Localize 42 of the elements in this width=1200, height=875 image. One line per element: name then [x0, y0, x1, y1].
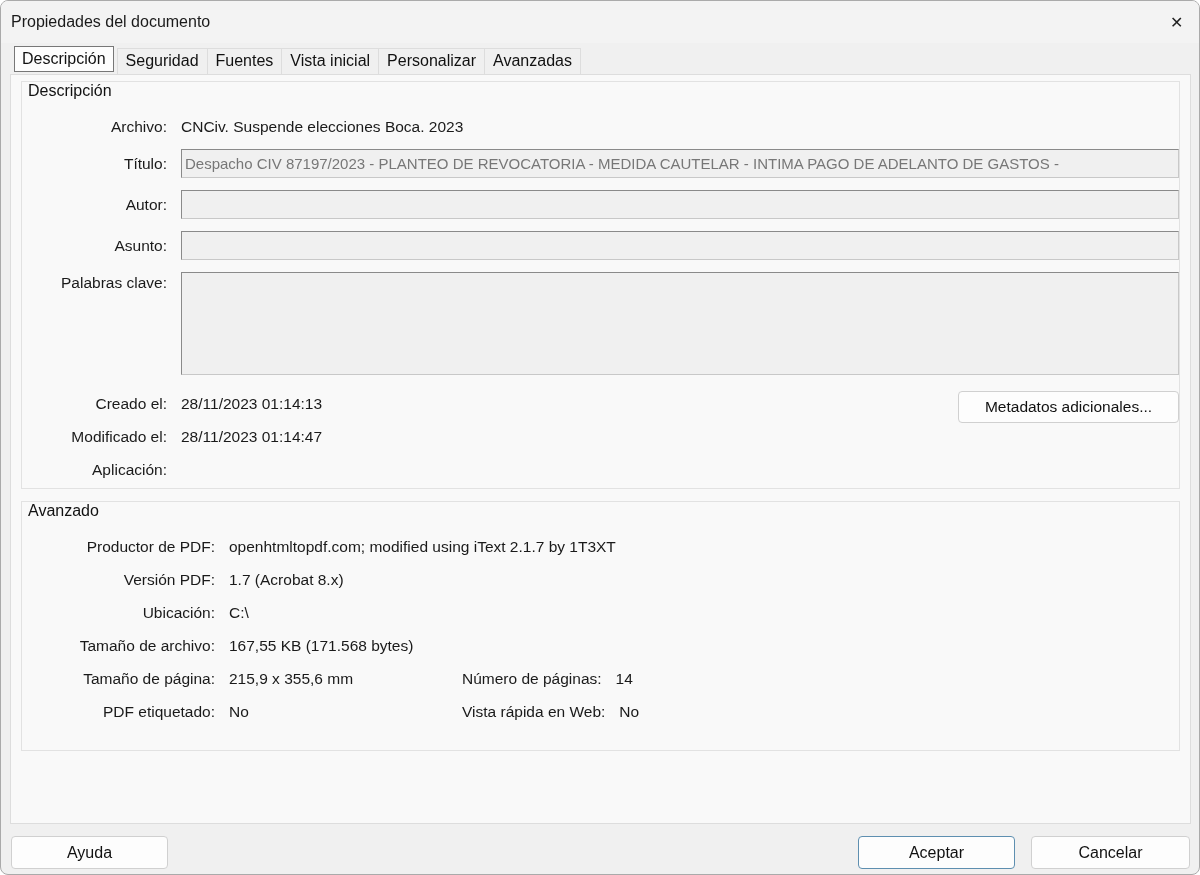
- property-value: 215,9 x 355,6 mm: [229, 669, 354, 688]
- metadata-button[interactable]: Metadatos adicionales...: [958, 391, 1179, 423]
- keywords-field[interactable]: [181, 272, 1179, 375]
- close-button[interactable]: ✕: [1153, 6, 1199, 38]
- tab[interactable]: Descripción: [14, 46, 114, 72]
- group-title: Avanzado: [28, 502, 99, 520]
- date-value: 28/11/2023 01:14:13: [181, 394, 323, 413]
- field-label: Aplicación:: [91, 460, 167, 479]
- tab[interactable]: Seguridad: [116, 48, 208, 74]
- property-label: Tamaño de archivo:: [78, 636, 215, 655]
- input-field[interactable]: Despacho CIV 87197/2023 - PLANTEO DE REVOCATORIA - MEDIDA CAUTELAR - INTIMA PAGO DE ADELANTO DE GASTOS -: [181, 149, 1179, 178]
- field-label: Palabras clave:: [60, 273, 167, 292]
- property-value: C:\: [229, 603, 249, 622]
- field-label: Creado el:: [94, 394, 167, 413]
- property-value: No: [229, 702, 249, 721]
- help-button[interactable]: Ayuda: [11, 836, 168, 869]
- field-label: Modificado el:: [70, 427, 167, 446]
- property-value: 14: [615, 669, 633, 688]
- field-label: Autor:: [124, 195, 167, 214]
- property-value: No: [619, 702, 640, 721]
- cancel-button[interactable]: Cancelar: [1031, 836, 1190, 869]
- property-value: 1.7 (Acrobat 8.x): [229, 570, 344, 589]
- property-label: Ubicación:: [141, 603, 215, 622]
- group-title: Descripción: [28, 82, 112, 100]
- property-value: openhtmltopdf.com; modified using iText 2.1.7 by 1T3XT: [229, 537, 616, 556]
- property-label: Versión PDF:: [122, 570, 215, 589]
- field-label: Asunto:: [113, 236, 167, 255]
- field-label: Título:: [122, 154, 167, 173]
- property-label: Número de páginas:: [462, 669, 602, 688]
- window-title: Propiedades del documento: [11, 13, 211, 31]
- input-field[interactable]: [181, 231, 1179, 260]
- property-value: 167,55 KB (171.568 bytes): [229, 636, 414, 655]
- input-field[interactable]: [181, 190, 1179, 219]
- ok-button[interactable]: Aceptar: [858, 836, 1015, 869]
- property-label: PDF etiquetado:: [102, 702, 215, 721]
- file-name: CNCiv. Suspende elecciones Boca. 2023: [181, 117, 464, 136]
- property-label: Tamaño de página:: [82, 669, 215, 688]
- tab[interactable]: Avanzadas: [484, 48, 581, 74]
- date-value: 28/11/2023 01:14:47: [181, 427, 323, 446]
- field-label: Archivo:: [110, 117, 167, 136]
- property-label: Productor de PDF:: [85, 537, 215, 556]
- property-label: Vista rápida en Web:: [462, 702, 606, 721]
